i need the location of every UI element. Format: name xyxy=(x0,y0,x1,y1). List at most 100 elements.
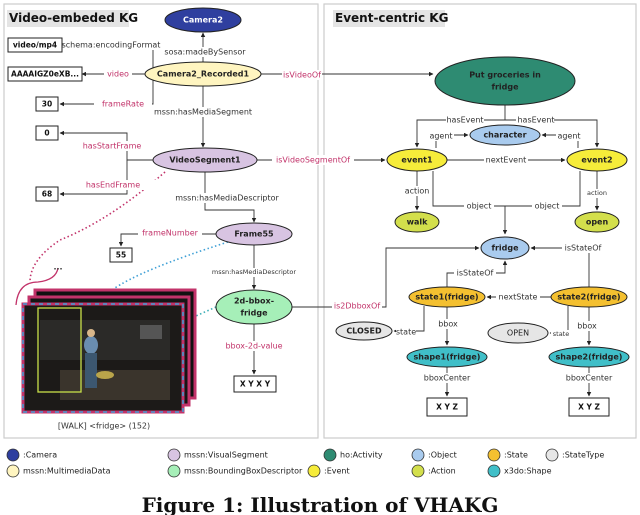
node-2d-bbox-fridge[interactable]: 2d-bbox- fridge xyxy=(215,289,293,325)
literal-start-frame: 0 xyxy=(35,125,59,141)
legend-label: :Camera xyxy=(23,451,57,460)
svg-text:CLOSED: CLOSED xyxy=(346,327,382,336)
literal-mime: video/mp4 xyxy=(7,37,63,53)
node-closed[interactable]: CLOSED xyxy=(335,321,393,341)
svg-text:30: 30 xyxy=(42,100,52,109)
svg-text:0: 0 xyxy=(44,129,49,138)
literal-video: AAAAIGZ0eXB... xyxy=(7,66,83,82)
edge-next-state: nextState xyxy=(499,293,538,302)
legend-swatch xyxy=(6,448,20,462)
edge-has-media-segment: mssn:hasMediaSegment xyxy=(154,108,252,117)
literal-end-frame: 68 xyxy=(35,186,59,202)
svg-text:68: 68 xyxy=(42,190,52,199)
svg-text:shape1(fridge): shape1(fridge) xyxy=(414,353,481,362)
svg-text:Camera2: Camera2 xyxy=(183,16,223,25)
legend-swatch xyxy=(167,448,181,462)
node-walk[interactable]: walk xyxy=(394,211,440,233)
node-open-action[interactable]: open xyxy=(574,211,620,233)
edge-has-event-2: hasEvent xyxy=(517,116,554,125)
svg-text:2d-bbox-: 2d-bbox- xyxy=(234,297,274,306)
node-event1[interactable]: event1 xyxy=(386,148,448,172)
edge-agent-2: agent xyxy=(557,132,580,141)
svg-text:OPEN: OPEN xyxy=(507,329,529,338)
node-camera2[interactable]: Camera2 xyxy=(164,7,242,33)
left-panel-title: Video-embeded KG xyxy=(9,11,138,25)
svg-text:fridge: fridge xyxy=(240,309,268,318)
node-shape2[interactable]: shape2(fridge) xyxy=(548,346,630,368)
edge-state-1: state xyxy=(396,328,416,337)
edge-is-state-of-2: isStateOf xyxy=(565,244,602,253)
edge-bbox-2: bbox xyxy=(577,322,597,331)
node-camera2-recorded1[interactable]: Camera2_Recorded1 xyxy=(144,61,262,87)
legend-label: mssn:BoundingBoxDescriptor xyxy=(184,467,303,476)
legend-swatch xyxy=(487,464,501,478)
edge-bbox-center-1: bboxCenter xyxy=(424,374,471,383)
edge-object-2: object xyxy=(535,202,560,211)
edge-bbox-center-2: bboxCenter xyxy=(566,374,613,383)
svg-text:walk: walk xyxy=(407,218,429,227)
edge-frame-number: frameNumber xyxy=(142,229,199,238)
more-frames-dots: ... xyxy=(53,263,62,272)
legend-label: :StateType xyxy=(562,451,604,460)
legend-swatch xyxy=(307,464,321,478)
legend-swatch xyxy=(411,464,425,478)
node-character[interactable]: character xyxy=(469,124,541,146)
legend-label: mssn:MultimediaData xyxy=(23,467,111,476)
character-figure xyxy=(84,336,98,354)
edge-action-1: action xyxy=(405,187,430,196)
edge-has-media-descriptor: mssn:hasMediaDescriptor xyxy=(175,194,279,203)
node-activity-put-groceries[interactable]: Put groceries in fridge xyxy=(434,56,576,106)
edge-video: video xyxy=(107,70,129,79)
svg-text:VideoSegment1: VideoSegment1 xyxy=(169,156,241,165)
edge-is-video-of: isVideoOf xyxy=(283,71,321,80)
edge-bbox-1: bbox xyxy=(438,320,458,329)
edge-has-event-1: hasEvent xyxy=(446,116,483,125)
edge-has-end-frame: hasEndFrame xyxy=(86,181,140,190)
svg-text:fridge: fridge xyxy=(491,244,519,253)
svg-text:fridge: fridge xyxy=(491,83,519,92)
edge-action-2: action xyxy=(587,189,607,197)
node-open-state[interactable]: OPEN xyxy=(487,322,549,344)
edge-is-2dbbox-of: is2DbboxOf xyxy=(334,302,380,311)
svg-text:Camera2_Recorded1: Camera2_Recorded1 xyxy=(157,70,250,79)
node-shape1[interactable]: shape1(fridge) xyxy=(406,346,488,368)
svg-text:state2(fridge): state2(fridge) xyxy=(557,293,620,302)
literal-center1: X Y Z xyxy=(426,397,468,417)
literal-frame-rate: 30 xyxy=(35,96,59,112)
svg-text:Frame55: Frame55 xyxy=(234,230,274,239)
literal-bbox2d: X Y X Y xyxy=(233,375,277,393)
image-caption: [WALK] <fridge> (152) xyxy=(58,422,150,431)
edge-made-by: sosa:madeBySensor xyxy=(164,48,246,57)
legend-label: mssn:VisualSegment xyxy=(184,451,268,460)
legend: :Camera mssn:VisualSegment ho:Activity:Obj… xyxy=(6,448,604,478)
node-state2[interactable]: state2(fridge) xyxy=(550,286,628,308)
svg-text:open: open xyxy=(586,218,609,227)
legend-label: x3do:Shape xyxy=(504,467,552,476)
svg-text:shape2(fridge): shape2(fridge) xyxy=(556,353,623,362)
node-video-segment1[interactable]: VideoSegment1 xyxy=(152,147,258,173)
svg-text:video/mp4: video/mp4 xyxy=(13,41,57,50)
edge-is-state-of-1: isStateOf xyxy=(457,269,494,278)
vhakg-diagram: Video-embeded KG Event-centric KG Camera… xyxy=(3,3,637,515)
svg-text:state1(fridge): state1(fridge) xyxy=(415,293,478,302)
edge-agent-1: agent xyxy=(429,132,452,141)
legend-swatch xyxy=(545,448,559,462)
svg-text:character: character xyxy=(483,131,526,140)
legend-label: :Action xyxy=(428,467,456,476)
edge-encoding: schema:encodingFormat xyxy=(62,41,161,50)
legend-swatch xyxy=(6,464,20,478)
video-frames xyxy=(21,288,197,414)
edge-next-event: nextEvent xyxy=(486,156,527,165)
legend-swatch xyxy=(323,448,337,462)
legend-swatch xyxy=(487,448,501,462)
edge-has-start-frame: hasStartFrame xyxy=(83,142,142,151)
node-fridge[interactable]: fridge xyxy=(480,236,530,260)
edge-state-2: state xyxy=(553,330,569,338)
node-event2[interactable]: event2 xyxy=(566,148,628,172)
node-frame55[interactable]: Frame55 xyxy=(215,222,293,246)
svg-text:Put groceries in: Put groceries in xyxy=(469,71,541,80)
legend-swatch xyxy=(167,464,181,478)
svg-text:X Y Z: X Y Z xyxy=(578,403,600,412)
node-state1[interactable]: state1(fridge) xyxy=(408,286,486,308)
legend-label: :Event xyxy=(324,467,350,476)
